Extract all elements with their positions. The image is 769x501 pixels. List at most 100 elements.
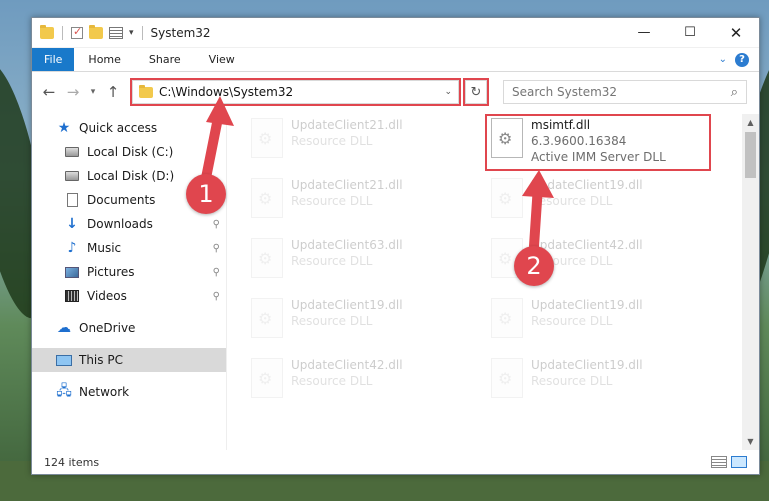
ribbon-right: ⌄ ? — [709, 48, 759, 71]
item-count: 124 items — [44, 455, 100, 469]
sidebar-item-label: Downloads — [87, 217, 153, 231]
sidebar-item-network[interactable]: 🖧 Network — [32, 380, 226, 404]
file-item[interactable]: UpdateClient21.dll Resource DLL — [251, 118, 477, 174]
sidebar-item-music[interactable]: ♪ Music ⚲ — [32, 236, 226, 260]
file-item[interactable]: UpdateClient42.dll Resource DLL — [251, 358, 477, 414]
search-input[interactable] — [512, 85, 702, 99]
file-name: UpdateClient21.dll — [291, 118, 403, 132]
sidebar-item-local-disk-c[interactable]: Local Disk (C:) — [32, 140, 226, 164]
file-name: UpdateClient19.dll — [531, 178, 643, 192]
pin-icon[interactable]: ⚲ — [213, 219, 220, 230]
view-switcher — [711, 456, 747, 468]
file-type: Resource DLL — [291, 374, 373, 388]
expand-ribbon-chevron-icon[interactable]: ⌄ — [719, 54, 727, 65]
up-button[interactable]: ↑ — [104, 83, 122, 101]
sidebar-item-downloads[interactable]: ↓ Downloads ⚲ — [32, 212, 226, 236]
file-list: UpdateClient21.dll Resource DLL UpdateCli… — [226, 114, 759, 450]
file-name: msimtf.dll — [531, 118, 591, 132]
tab-file[interactable]: File — [32, 48, 75, 71]
file-item[interactable]: UpdateClient63.dll Resource DLL — [251, 238, 477, 294]
music-icon: ♪ — [67, 240, 77, 256]
properties-check-icon[interactable] — [71, 25, 83, 39]
address-bar[interactable]: C:\Windows\System32 ⌄ — [130, 78, 461, 106]
back-button[interactable]: ← — [40, 83, 58, 101]
file-name: UpdateClient19.dll — [531, 358, 643, 372]
pin-icon[interactable]: ⚲ — [213, 291, 220, 302]
toolbar-divider — [62, 25, 63, 40]
cloud-icon: ☁ — [57, 320, 71, 336]
title-bar: ▾ System32 — ☐ ✕ — [32, 18, 759, 48]
sidebar-item-videos[interactable]: Videos ⚲ — [32, 284, 226, 308]
new-folder-icon[interactable] — [89, 24, 103, 39]
sidebar-item-pictures[interactable]: Pictures ⚲ — [32, 260, 226, 284]
file-name: UpdateClient63.dll — [291, 238, 403, 252]
sidebar-item-quick-access[interactable]: ★ Quick access — [32, 116, 226, 140]
pin-icon[interactable]: ⚲ — [213, 267, 220, 278]
step-badge-2: 2 — [514, 246, 554, 286]
quick-access-toolbar: ▾ — [32, 24, 145, 40]
dll-file-icon — [251, 298, 283, 338]
dll-file-icon — [251, 238, 283, 278]
file-item[interactable]: UpdateClient19.dll Resource DLL — [491, 358, 717, 414]
address-path[interactable]: C:\Windows\System32 — [159, 85, 438, 99]
tiles-view-icon[interactable] — [731, 456, 747, 468]
ribbon-tabs: File Home Share View ⌄ ? — [32, 48, 759, 72]
window-title: System32 — [150, 25, 211, 40]
vertical-scrollbar[interactable]: ▲ ▼ — [742, 114, 759, 450]
dll-file-icon — [251, 178, 283, 218]
file-type: Resource DLL — [531, 194, 613, 208]
tab-share[interactable]: Share — [135, 48, 195, 71]
computer-icon — [56, 353, 72, 367]
address-dropdown-chevron-icon[interactable]: ⌄ — [438, 87, 458, 97]
main-content: ★ Quick access Local Disk (C:) Local Dis… — [32, 114, 759, 450]
scroll-up-icon[interactable]: ▲ — [742, 114, 759, 131]
customize-toolbar-chevron-icon[interactable]: ▾ — [129, 28, 134, 38]
dll-file-icon — [491, 298, 523, 338]
recent-locations-chevron-icon[interactable]: ▾ — [88, 87, 98, 97]
navigation-bar: ← → ▾ ↑ C:\Windows\System32 ⌄ ↻ ⌕ — [32, 72, 759, 112]
scrollbar-thumb[interactable] — [745, 132, 756, 178]
search-box[interactable]: ⌕ — [503, 80, 747, 104]
forward-button[interactable]: → — [64, 83, 82, 101]
refresh-highlight-box — [463, 78, 489, 106]
sidebar-item-label: Local Disk (D:) — [87, 169, 175, 183]
search-icon[interactable]: ⌕ — [731, 85, 738, 100]
refresh-button[interactable]: ↻ — [463, 78, 489, 106]
disk-icon — [64, 145, 80, 159]
sidebar-item-this-pc[interactable]: This PC — [32, 348, 226, 372]
maximize-button[interactable]: ☐ — [667, 18, 713, 48]
tab-home[interactable]: Home — [74, 48, 134, 71]
file-item[interactable]: UpdateClient19.dll Resource DLL — [251, 298, 477, 354]
folder-icon — [40, 24, 54, 39]
step-badge-1: 1 — [186, 174, 226, 214]
dll-file-icon — [251, 118, 283, 158]
close-button[interactable]: ✕ — [713, 18, 759, 48]
scroll-down-icon[interactable]: ▼ — [742, 433, 759, 450]
file-type: Resource DLL — [291, 134, 373, 148]
file-name: UpdateClient19.dll — [291, 298, 403, 312]
status-bar: 124 items — [32, 450, 759, 474]
file-version: 6.3.9600.16384 — [531, 134, 627, 148]
toolbar-divider — [141, 25, 143, 40]
dll-file-icon — [491, 358, 523, 398]
file-type: Resource DLL — [291, 254, 373, 268]
documents-icon — [64, 193, 80, 207]
file-item-msimtf[interactable]: msimtf.dll 6.3.9600.16384 Active IMM Ser… — [491, 118, 717, 174]
file-item[interactable]: UpdateClient19.dll Resource DLL — [491, 178, 717, 234]
window-controls: — ☐ ✕ — [621, 18, 759, 48]
minimize-button[interactable]: — — [621, 18, 667, 48]
pictures-icon — [64, 265, 80, 279]
properties-icon[interactable] — [109, 26, 123, 39]
sidebar-item-label: Local Disk (C:) — [87, 145, 174, 159]
file-item[interactable]: UpdateClient21.dll Resource DLL — [251, 178, 477, 234]
file-name: UpdateClient21.dll — [291, 178, 403, 192]
help-icon[interactable]: ? — [735, 52, 749, 67]
file-name: UpdateClient42.dll — [291, 358, 403, 372]
pin-icon[interactable]: ⚲ — [213, 243, 220, 254]
sidebar-item-label: OneDrive — [79, 321, 136, 335]
details-view-icon[interactable] — [711, 456, 727, 468]
sidebar-item-onedrive[interactable]: ☁ OneDrive — [32, 316, 226, 340]
tab-view[interactable]: View — [195, 48, 249, 71]
download-icon: ↓ — [66, 216, 78, 232]
file-item[interactable]: UpdateClient19.dll Resource DLL — [491, 298, 717, 354]
